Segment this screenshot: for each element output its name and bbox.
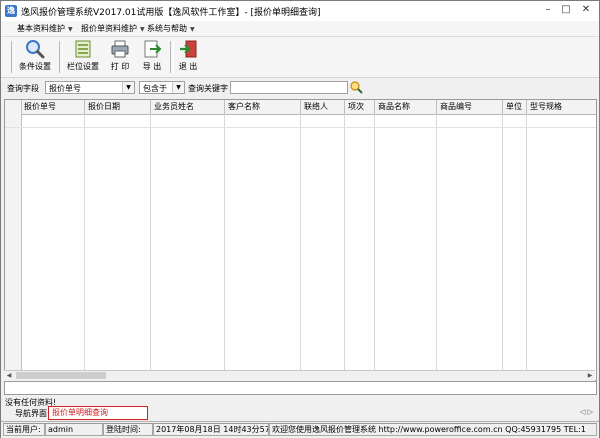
menu-bar: 基本资料维护 ▼ 报价单资料维护 ▼ 系统与帮助 ▼	[1, 21, 599, 37]
nav-bar: 导航界面 报价单明细查询 ◁ ▷	[1, 406, 599, 420]
print-button[interactable]: 打 印	[105, 39, 135, 75]
login-time-label: 登陆时间:	[103, 423, 153, 436]
chevron-down-icon: ▼	[122, 82, 134, 93]
column-header[interactable]: 客户名称	[225, 100, 301, 114]
column-header[interactable]: 报价单号	[21, 100, 85, 114]
query-field-label: 查询字段	[7, 84, 39, 93]
status-bar: 当前用户: admin 登陆时间: 2017年08月18日 14时43分57秒 …	[1, 421, 599, 438]
chevron-down-icon: ▼	[140, 26, 145, 33]
current-user-label: 当前用户:	[3, 423, 45, 436]
condition-settings-button[interactable]: 条件设置	[15, 39, 55, 75]
menu-system-help-label: 系统与帮助	[147, 24, 187, 33]
menu-quote-data[interactable]: 报价单资料维护 ▼	[81, 23, 145, 34]
query-operator-value: 包含于	[143, 84, 167, 93]
grid-divider	[224, 114, 225, 380]
query-keyword-input[interactable]	[230, 81, 348, 94]
column-header[interactable]: 联络人	[301, 100, 345, 114]
menu-basic-data-label: 基本资料维护	[17, 24, 65, 33]
minimize-button[interactable]: –	[541, 3, 555, 17]
window-title: 逸风报价管理系统V2017.01试用版【逸风软件工作室】- [报价单明细查询]	[21, 8, 321, 18]
grid-divider	[150, 114, 151, 380]
query-keyword-label: 查询关键字	[188, 84, 228, 93]
search-go-icon[interactable]	[349, 80, 363, 94]
column-header[interactable]: 商品编号	[437, 100, 503, 114]
grid-footer	[4, 381, 597, 395]
chevron-down-icon: ▼	[172, 82, 184, 93]
grid-divider	[344, 114, 345, 380]
title-bar: 逸 逸风报价管理系统V2017.01试用版【逸风软件工作室】- [报价单明细查询…	[1, 1, 599, 21]
print-label: 打 印	[110, 62, 130, 71]
column-header[interactable]: 业务员姓名	[151, 100, 225, 114]
printer-icon	[111, 40, 129, 58]
grid-divider	[300, 114, 301, 380]
tab-quote-detail-query[interactable]: 报价单明细查询	[48, 406, 148, 420]
column-header[interactable]: 报价日期	[85, 100, 151, 114]
column-settings-label: 栏位设置	[67, 62, 99, 71]
grid-divider	[502, 114, 503, 380]
column-header[interactable]: 商品名称	[375, 100, 437, 114]
scroll-left-icon[interactable]: ◀	[4, 371, 14, 381]
exit-label: 退 出	[178, 62, 198, 71]
nav-label: 导航界面	[15, 409, 47, 418]
chevron-down-icon: ▼	[190, 26, 195, 33]
tab-scroll-arrows-icon[interactable]: ◁ ▷	[580, 408, 593, 416]
exit-button[interactable]: 退 出	[173, 39, 203, 75]
column-header[interactable]: 项次	[345, 100, 375, 114]
welcome-message: 欢迎您使用逸风报价管理系统 http://www.poweroffice.com…	[269, 423, 597, 436]
menu-system-help[interactable]: 系统与帮助 ▼	[147, 23, 195, 34]
horizontal-scrollbar[interactable]: ◀ ▶	[4, 370, 595, 381]
exit-icon	[180, 40, 197, 58]
grid-divider	[436, 114, 437, 380]
app-window: 逸 逸风报价管理系统V2017.01试用版【逸风软件工作室】- [报价单明细查询…	[0, 0, 600, 438]
scrollbar-thumb[interactable]	[16, 372, 106, 379]
menu-quote-data-label: 报价单资料维护	[81, 24, 137, 33]
close-button[interactable]: ✕	[579, 3, 593, 17]
column-header[interactable]: 型号规格	[527, 100, 596, 114]
app-logo-icon: 逸	[5, 5, 17, 17]
menu-basic-data[interactable]: 基本资料维护 ▼	[17, 23, 73, 34]
export-icon	[144, 40, 162, 58]
export-button[interactable]: 导 出	[137, 39, 167, 75]
column-header[interactable]: 单位	[503, 100, 527, 114]
condition-settings-label: 条件设置	[19, 62, 51, 71]
login-time-value: 2017年08月18日 14时43分57秒	[153, 423, 269, 436]
query-field-value: 报价单号	[49, 84, 81, 93]
grid-divider	[84, 114, 85, 380]
query-field-select[interactable]: 报价单号 ▼	[45, 81, 135, 94]
columns-icon	[75, 40, 91, 58]
magnifier-icon	[26, 40, 45, 59]
query-bar: 查询字段 报价单号 ▼ 包含于 ▼ 查询关键字	[1, 78, 599, 98]
toolbar: 条件设置 栏位设置 打 印 导 出 退 出	[1, 37, 599, 78]
grid-divider	[526, 114, 527, 380]
row-selector-column	[5, 114, 22, 380]
grid-divider	[374, 114, 375, 380]
grid-header: 报价单号 报价日期 业务员姓名 客户名称 联络人 项次 商品名称 商品编号 单位…	[5, 100, 596, 115]
export-label: 导 出	[142, 62, 162, 71]
query-operator-select[interactable]: 包含于 ▼	[139, 81, 185, 94]
grid-divider	[5, 127, 596, 128]
maximize-button[interactable]: □	[559, 3, 573, 17]
column-settings-button[interactable]: 栏位设置	[63, 39, 103, 75]
chevron-down-icon: ▼	[68, 26, 73, 33]
data-grid[interactable]: 报价单号 报价日期 业务员姓名 客户名称 联络人 项次 商品名称 商品编号 单位…	[4, 99, 597, 381]
grid-corner	[5, 100, 22, 114]
scroll-right-icon[interactable]: ▶	[585, 371, 595, 381]
current-user-value: admin	[45, 423, 103, 436]
